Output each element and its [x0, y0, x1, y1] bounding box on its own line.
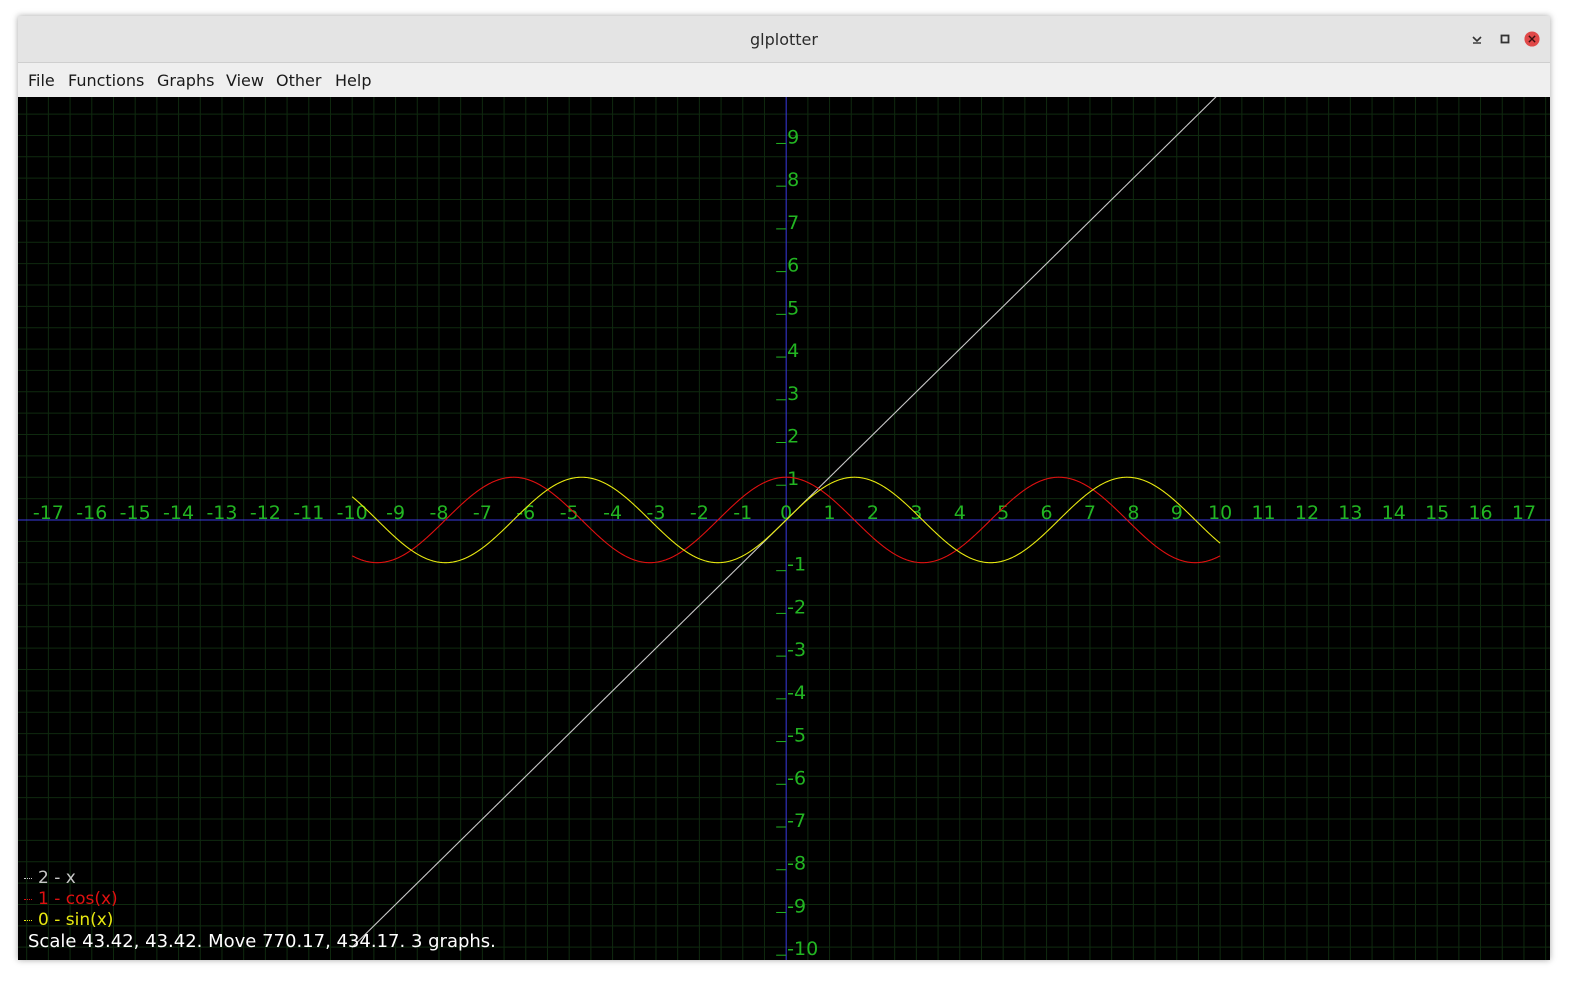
x-tick-label: -11 [293, 502, 324, 524]
y-tick-label: 8 [787, 169, 799, 191]
x-tick-label: 15 [1425, 502, 1449, 524]
close-icon [1524, 31, 1540, 47]
window-title: glplotter [750, 30, 818, 49]
y-tick-label: -2 [787, 596, 806, 618]
legend-item-sin: 0 - sin(x) [24, 910, 113, 930]
x-tick-label: 2 [867, 502, 879, 524]
app-window: glplotter File Functions Graphs View Oth… [18, 16, 1550, 960]
x-tick-label: 1 [824, 502, 836, 524]
y-tick-label: -4 [787, 682, 806, 704]
y-tick-label: -9 [787, 895, 806, 917]
x-tick-label: -5 [560, 502, 579, 524]
x-tick-label: -17 [33, 502, 64, 524]
plot-background [18, 97, 1550, 960]
y-tick-label: 2 [787, 426, 799, 448]
y-tick-label: 7 [787, 212, 799, 234]
x-tick-label: 16 [1468, 502, 1492, 524]
maximize-button[interactable] [1497, 31, 1513, 47]
x-tick-label: 17 [1512, 502, 1536, 524]
x-tick-label: -10 [337, 502, 368, 524]
menu-functions[interactable]: Functions [68, 71, 144, 90]
x-tick-label: 6 [1041, 502, 1053, 524]
maximize-icon [1500, 34, 1510, 44]
legend-item-x: 2 - x [24, 868, 76, 888]
menu-view[interactable]: View [226, 71, 264, 90]
y-tick-label: 3 [787, 383, 799, 405]
legend-marker [24, 898, 32, 900]
x-tick-label: -16 [76, 502, 107, 524]
plot-canvas[interactable]: -17 -16 -15 -14 -13 -12 -11 -10 -9 -8 -7 -6 -5 -4 -3 -2… [18, 97, 1550, 960]
x-tick-label: -6 [516, 502, 535, 524]
title-bar[interactable]: glplotter [18, 16, 1550, 63]
legend-label: 2 - x [38, 868, 76, 888]
y-tick-label: -7 [787, 810, 806, 832]
y-tick-label: 6 [787, 255, 799, 277]
menu-graphs[interactable]: Graphs [157, 71, 214, 90]
x-tick-label: -3 [646, 502, 665, 524]
x-tick-label: -1 [733, 502, 752, 524]
x-tick-label: 7 [1084, 502, 1096, 524]
x-tick-label: -15 [120, 502, 151, 524]
legend-label: 1 - cos(x) [38, 889, 118, 909]
x-tick-label: -7 [473, 502, 492, 524]
x-tick-label: -12 [250, 502, 281, 524]
x-tick-label: 5 [997, 502, 1009, 524]
x-tick-label: 3 [910, 502, 922, 524]
legend-marker [24, 919, 32, 921]
minimize-icon [1472, 36, 1482, 44]
y-tick-label: -10 [787, 938, 818, 960]
menu-help[interactable]: Help [335, 71, 371, 90]
x-tick-label: -8 [429, 502, 448, 524]
x-tick-label: -2 [690, 502, 709, 524]
x-tick-label: -9 [386, 502, 405, 524]
status-text: Scale 43.42, 43.42. Move 770.17, 434.17.… [28, 931, 496, 952]
x-tick-label: -14 [163, 502, 194, 524]
plot-svg[interactable]: -17 -16 -15 -14 -13 -12 -11 -10 -9 -8 -7 -6 -5 -4 -3 -2… [18, 97, 1550, 960]
y-tick-label: -5 [787, 725, 806, 747]
y-tick-label: 5 [787, 297, 799, 319]
legend-label: 0 - sin(x) [38, 910, 114, 930]
y-tick-label: 4 [787, 340, 799, 362]
x-tick-label: 12 [1295, 502, 1319, 524]
y-tick-label: -6 [787, 767, 806, 789]
menu-bar: File Functions Graphs View Other Help [18, 63, 1550, 97]
y-tick-label: -8 [787, 853, 806, 875]
x-tick-label: 14 [1382, 502, 1406, 524]
y-tick-label: -3 [787, 639, 806, 661]
y-tick-label: 9 [787, 126, 799, 148]
x-tick-label: 13 [1338, 502, 1362, 524]
x-tick-label: 4 [954, 502, 966, 524]
close-button[interactable] [1524, 31, 1540, 47]
menu-file[interactable]: File [28, 71, 55, 90]
legend-marker [24, 877, 32, 879]
x-tick-label: 9 [1171, 502, 1183, 524]
x-tick-label: 8 [1127, 502, 1139, 524]
x-tick-label: 10 [1208, 502, 1232, 524]
minimize-button[interactable] [1469, 31, 1485, 47]
x-tick-label: -13 [206, 502, 237, 524]
menu-other[interactable]: Other [276, 71, 321, 90]
x-tick-label: -4 [603, 502, 622, 524]
x-tick-label: 11 [1251, 502, 1275, 524]
legend-item-cos: 1 - cos(x) [24, 889, 118, 909]
y-tick-label: -1 [787, 554, 806, 576]
